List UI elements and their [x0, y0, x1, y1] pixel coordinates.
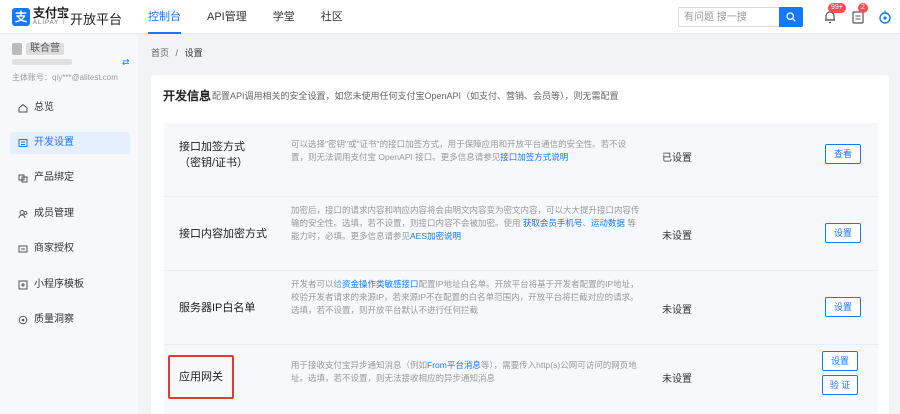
- sidebar-item-overview[interactable]: 总览: [10, 97, 130, 119]
- sidebar-item-dev-settings[interactable]: 开发设置: [10, 132, 130, 154]
- task-list-button[interactable]: 2: [850, 3, 868, 25]
- top-bar: 支 支付宝 ALIPAY 开放平台 控制台 API管理 学堂 社区 99+ 2: [0, 0, 900, 34]
- signing-method-doc-link[interactable]: 接口加签方式说明: [500, 152, 568, 162]
- setting-status: 未设置: [662, 231, 692, 242]
- breadcrumb: 首页 / 设置: [151, 46, 203, 59]
- setting-label-line1: 接口加签方式: [179, 141, 245, 153]
- breadcrumb-separator: /: [175, 48, 179, 58]
- settings-icon: [18, 139, 28, 147]
- setting-row-signing-method: 接口加签方式 （密钥/证书） 可以选择"密钥"或"证书"的接口加签方式，用于保障…: [164, 123, 878, 197]
- sidebar-item-label: 成员管理: [34, 208, 74, 219]
- breadcrumb-home[interactable]: 首页: [151, 48, 169, 58]
- verify-gateway-button[interactable]: 验 证: [822, 375, 858, 395]
- aes-encryption-doc-link[interactable]: AES加密说明: [410, 231, 461, 241]
- section-title: 开发信息: [163, 89, 212, 103]
- robot-assistant-icon: [879, 10, 891, 24]
- user-name: 联合营: [26, 43, 64, 55]
- search-icon: [786, 12, 796, 22]
- user-subtitle-redacted: [12, 59, 72, 65]
- notification-bell-button[interactable]: 99+: [822, 3, 846, 25]
- sidebar-item-members[interactable]: 成员管理: [10, 203, 130, 225]
- top-nav: 控制台 API管理 学堂 社区: [148, 0, 369, 34]
- setting-row-content-encryption: 接口内容加密方式 加密后，接口的请求内容和响应内容将会由明文内容变为密文内容，可…: [164, 197, 878, 271]
- home-icon: [18, 103, 28, 113]
- configure-encryption-button[interactable]: 设置: [825, 223, 861, 243]
- topnav-academy[interactable]: 学堂: [273, 0, 295, 34]
- authorize-icon: [18, 245, 28, 253]
- notification-count-badge: 99+: [828, 3, 846, 13]
- sidebar-item-label: 产品绑定: [34, 172, 74, 183]
- setting-label: 接口内容加密方式: [179, 228, 267, 240]
- search-button[interactable]: [779, 7, 803, 27]
- setting-label: 服务器IP白名单: [179, 302, 256, 314]
- platform-message-link[interactable]: From平台消息: [427, 360, 481, 370]
- breadcrumb-current: 设置: [184, 48, 203, 58]
- task-count-badge: 2: [858, 3, 868, 13]
- sidebar-item-merchant-authorization[interactable]: 商家授权: [10, 238, 130, 260]
- settings-list: 接口加签方式 （密钥/证书） 可以选择"密钥"或"证书"的接口加签方式，用于保障…: [164, 123, 878, 414]
- setting-status: 未设置: [662, 305, 692, 316]
- setting-row-app-gateway: 应用网关 用于接收支付宝异步通知消息（例如From平台消息等），需要传入http…: [164, 345, 878, 414]
- platform-name: 开放平台: [70, 12, 123, 27]
- user-info: 联合营: [12, 43, 64, 55]
- setting-status: 已设置: [662, 153, 692, 164]
- setting-description-text: 用于接收支付宝异步通知消息（例如: [291, 360, 428, 370]
- user-avatar: [12, 43, 22, 55]
- view-button[interactable]: 查看: [825, 144, 861, 164]
- insight-icon: [18, 315, 28, 325]
- setting-description: 加密后，接口的请求内容和响应内容将会由明文内容变为密文内容，可以大大提升接口内容…: [291, 204, 643, 243]
- member-phone-link[interactable]: 获取会员手机号: [523, 218, 583, 228]
- topnav-console[interactable]: 控制台: [148, 0, 181, 34]
- product-icon: [18, 174, 28, 183]
- sensitive-api-link[interactable]: 资金操作类敏感接口: [342, 279, 419, 289]
- configure-gateway-button[interactable]: 设置: [822, 351, 858, 371]
- alipay-logo-icon[interactable]: 支: [12, 8, 30, 26]
- setting-label: 应用网关: [179, 371, 223, 383]
- sidebar-item-quality-insight[interactable]: 质量洞察: [10, 309, 130, 331]
- setting-description-text: 可以选择"密钥"或"证书"的接口加签方式，用于保障应用和开放平台通信的安全性。若…: [291, 139, 627, 162]
- section-description: 配置API调用相关的安全设置，如您未使用任何支付宝OpenAPI（如支付、营销、…: [212, 91, 619, 101]
- setting-status: 未设置: [662, 374, 692, 385]
- assistant-button[interactable]: [877, 9, 893, 25]
- logo-divider: [63, 10, 64, 24]
- setting-description: 可以选择"密钥"或"证书"的接口加签方式，用于保障应用和开放平台通信的安全性。若…: [291, 138, 643, 164]
- setting-row-ip-whitelist: 服务器IP白名单 开发者可以给资金操作类敏感接口配置IP地址白名单。开放平台将基…: [164, 271, 878, 345]
- sidebar-item-product-binding[interactable]: 产品绑定: [10, 167, 130, 189]
- setting-label: 接口加签方式 （密钥/证书）: [179, 140, 248, 170]
- setting-description: 开发者可以给资金操作类敏感接口配置IP地址白名单。开放平台将基于开发者配置的IP…: [291, 278, 643, 317]
- sports-data-link[interactable]: 运动数据: [591, 218, 625, 228]
- topnav-community[interactable]: 社区: [321, 0, 343, 34]
- sidebar-item-miniapp-templates[interactable]: 小程序模板: [10, 274, 130, 296]
- sidebar-item-label: 开发设置: [34, 137, 74, 148]
- sidebar-item-label: 商家授权: [34, 243, 74, 254]
- setting-description: 用于接收支付宝异步通知消息（例如From平台消息等），需要传入http(s)公网…: [291, 359, 643, 385]
- template-icon: [18, 280, 28, 290]
- topnav-api-management[interactable]: API管理: [207, 0, 247, 34]
- user-account: 主体账号：qiy***@alitest.com: [12, 73, 118, 82]
- sidebar: 联合营 ⇄ 主体账号：qiy***@alitest.com 总览 开发设置 产品…: [0, 35, 138, 414]
- dev-info-card: 开发信息 配置API调用相关的安全设置，如您未使用任何支付宝OpenAPI（如支…: [151, 75, 889, 414]
- sidebar-item-label: 质量洞察: [34, 314, 74, 325]
- search-input[interactable]: [678, 7, 779, 27]
- members-icon: [18, 210, 28, 219]
- sidebar-item-label: 总览: [34, 102, 54, 113]
- sidebar-item-label: 小程序模板: [34, 279, 84, 290]
- setting-label-line2: （密钥/证书）: [179, 157, 249, 169]
- configure-ip-whitelist-button[interactable]: 设置: [825, 297, 861, 317]
- setting-description-text: 开发者可以给: [291, 279, 343, 289]
- switch-account-icon[interactable]: ⇄: [122, 57, 130, 68]
- setting-description-separator: 、: [582, 218, 591, 228]
